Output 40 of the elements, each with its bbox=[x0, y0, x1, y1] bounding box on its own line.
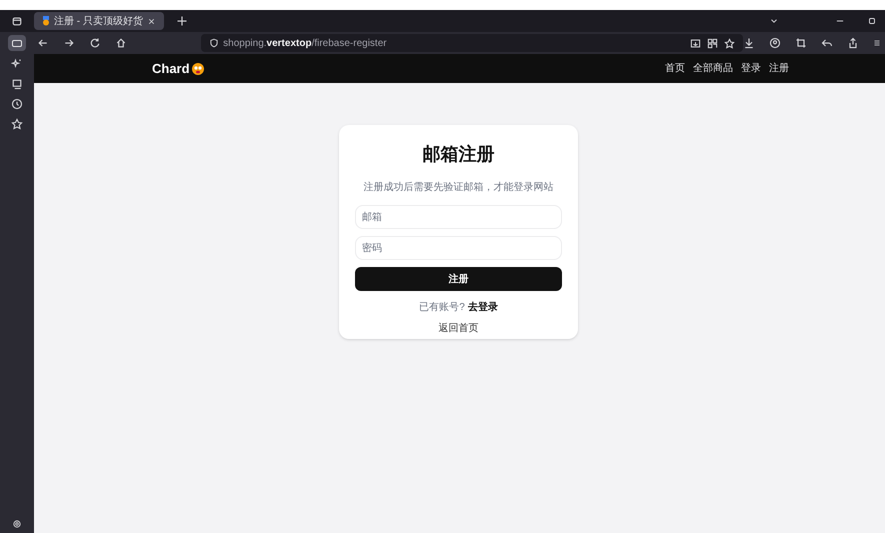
nav-link[interactable]: 首页 bbox=[665, 61, 685, 76]
emoji-face-icon bbox=[192, 62, 204, 74]
input-field[interactable]: 邮箱 bbox=[355, 205, 562, 229]
share-icon[interactable] bbox=[847, 37, 859, 49]
sidebar-toggle[interactable] bbox=[8, 35, 26, 51]
account-icon[interactable] bbox=[769, 37, 781, 49]
login-prompt: 已有账号? bbox=[419, 300, 465, 315]
home-link[interactable]: 返回首页 bbox=[438, 321, 478, 336]
restore-icon[interactable] bbox=[867, 16, 877, 26]
settings-icon[interactable] bbox=[12, 519, 22, 529]
nav-link[interactable]: 全部商品 bbox=[693, 61, 733, 76]
medal-icon bbox=[42, 16, 50, 26]
download-icon[interactable] bbox=[743, 37, 755, 49]
crop-icon[interactable] bbox=[795, 37, 807, 49]
bookmarks-icon[interactable] bbox=[11, 118, 23, 130]
nav-link[interactable]: 注册 bbox=[769, 61, 789, 76]
qr-code-icon[interactable] bbox=[707, 38, 718, 48]
shield-icon[interactable] bbox=[209, 38, 220, 48]
site-logo[interactable]: Chard bbox=[152, 58, 190, 78]
home-icon[interactable] bbox=[115, 37, 128, 49]
tabs-icon[interactable] bbox=[11, 15, 23, 27]
undo-icon[interactable] bbox=[821, 37, 833, 49]
tab-title: 注册 - 只卖顶级好货 bbox=[54, 14, 143, 28]
register-button[interactable]: 注册 bbox=[355, 267, 562, 291]
login-link[interactable]: 去登录 bbox=[468, 300, 498, 315]
new-tab-icon[interactable] bbox=[176, 15, 188, 27]
history-icon[interactable] bbox=[11, 98, 23, 110]
form-title: 邮箱注册 bbox=[422, 145, 494, 163]
input-field[interactable]: 密码 bbox=[355, 236, 562, 260]
url-text: shopping.vertextop/firebase-register bbox=[223, 36, 388, 50]
browser-tab[interactable]: 注册 - 只卖顶级好货 bbox=[34, 12, 164, 30]
sparkle-icon[interactable] bbox=[11, 58, 23, 70]
nav-link[interactable]: 登录 bbox=[741, 61, 761, 76]
forward-icon[interactable] bbox=[63, 37, 76, 49]
back-icon[interactable] bbox=[37, 37, 50, 49]
bookmark-star-icon[interactable] bbox=[724, 38, 735, 48]
reload-icon[interactable] bbox=[89, 37, 102, 49]
form-subtitle: 注册成功后需要先验证邮箱，才能登录网站 bbox=[364, 180, 554, 195]
close-icon[interactable] bbox=[147, 16, 156, 26]
address-bar[interactable]: shopping.vertextop/firebase-register bbox=[201, 34, 743, 52]
